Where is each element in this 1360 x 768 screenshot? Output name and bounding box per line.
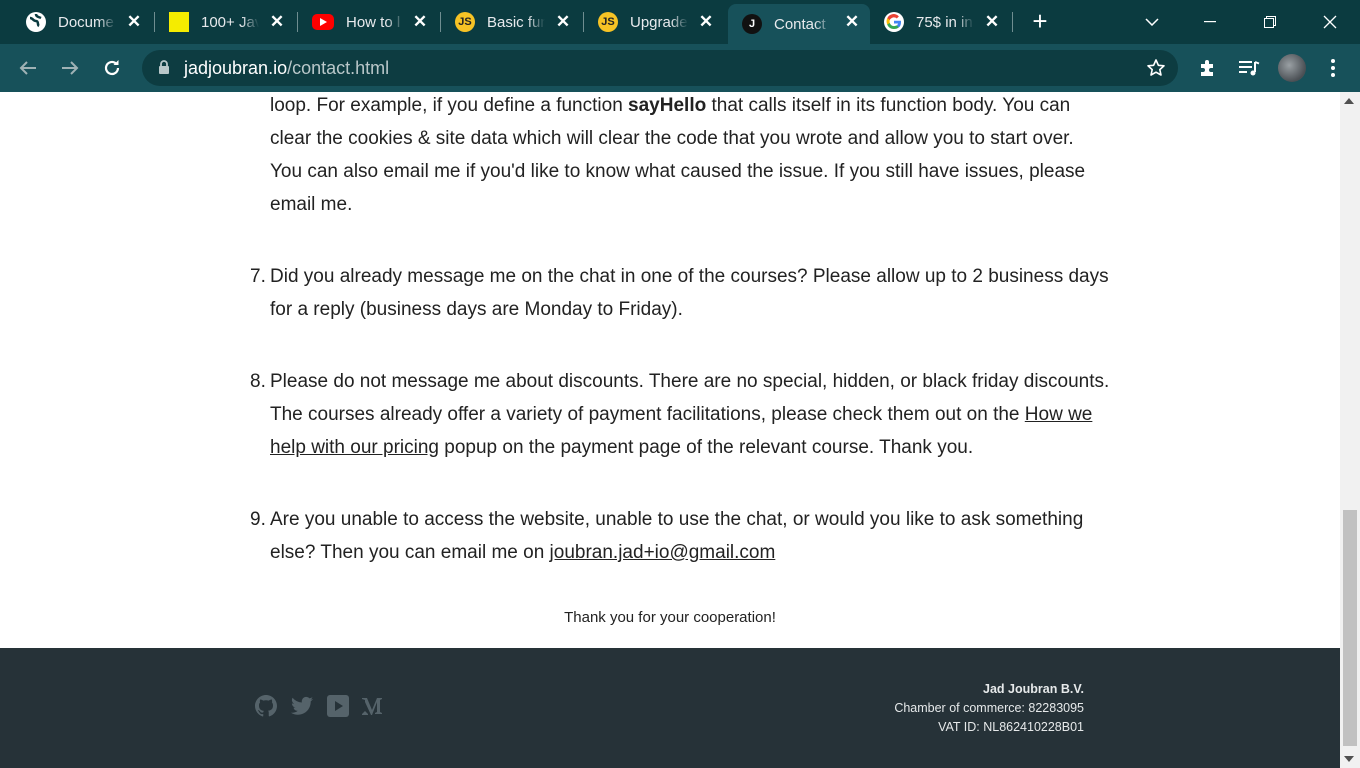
- address-bar[interactable]: jadjoubran.io/contact.html: [142, 50, 1178, 86]
- js-icon: JS: [598, 12, 618, 32]
- tab-separator: [440, 12, 441, 32]
- extensions-puzzle-icon[interactable]: [1196, 56, 1220, 80]
- close-tab-icon[interactable]: ✕: [267, 12, 287, 32]
- minimize-button[interactable]: [1190, 8, 1230, 36]
- tab-basic-functions[interactable]: JS Basic fun ✕: [445, 0, 581, 44]
- url-host: jadjoubran.io: [184, 58, 288, 78]
- company-info: Jad Joubran B.V. Chamber of commerce: 82…: [894, 680, 1084, 737]
- tab-title: Contact: [774, 15, 826, 33]
- more-menu-icon[interactable]: [1321, 56, 1345, 80]
- tab-document[interactable]: Docume ✕: [16, 0, 152, 44]
- page-scrollbar[interactable]: [1340, 92, 1360, 768]
- chamber-of-commerce: Chamber of commerce: 82283095: [894, 701, 1084, 715]
- tab-upgrade[interactable]: JS Upgrade ✕: [588, 0, 724, 44]
- function-name: sayHello: [628, 95, 707, 116]
- tab-title: 75$ in in: [916, 13, 973, 31]
- media-playlist-icon[interactable]: [1237, 56, 1261, 80]
- forward-button[interactable]: [56, 54, 84, 82]
- reload-button[interactable]: [98, 54, 126, 82]
- tab-how-to[interactable]: How to l ✕: [302, 0, 438, 44]
- thanks-message: Thank you for your cooperation!: [564, 609, 776, 626]
- lock-icon[interactable]: [158, 60, 170, 80]
- bookmark-star-icon[interactable]: [1146, 58, 1166, 83]
- tab-title: 100+ Jav: [201, 13, 259, 31]
- tab-separator: [1012, 12, 1013, 32]
- scroll-up-arrow-icon[interactable]: [1344, 98, 1354, 104]
- restore-button[interactable]: [1250, 8, 1290, 36]
- list-number: 9.: [250, 509, 266, 530]
- close-window-button[interactable]: [1310, 8, 1350, 36]
- tab-search-icon[interactable]: [1132, 8, 1172, 36]
- close-tab-icon[interactable]: ✕: [842, 12, 862, 32]
- github-icon[interactable]: [254, 694, 278, 718]
- list-text: Did you already message me on the chat i…: [270, 266, 1109, 320]
- tab-title: How to l: [346, 13, 401, 31]
- url-path: /contact.html: [287, 58, 390, 78]
- yellow-square-icon: [169, 12, 189, 32]
- close-tab-icon[interactable]: ✕: [124, 12, 144, 32]
- tab-title: Docume: [58, 13, 114, 31]
- list-text: Are you unable to access the website, un…: [270, 503, 1110, 569]
- vat-id: VAT ID: NL862410228B01: [938, 720, 1084, 734]
- page-viewport: loop. For example, if you define a funct…: [0, 92, 1340, 768]
- scrollbar-thumb[interactable]: [1343, 510, 1357, 746]
- globe-icon: [26, 12, 46, 32]
- tab-separator: [297, 12, 298, 32]
- intro-text: loop. For example, if you define a funct…: [270, 95, 629, 116]
- new-tab-button[interactable]: +: [1028, 8, 1052, 34]
- close-tab-icon[interactable]: ✕: [696, 12, 716, 32]
- close-tab-icon[interactable]: ✕: [553, 12, 573, 32]
- close-tab-icon[interactable]: ✕: [982, 12, 1002, 32]
- tab-separator: [154, 12, 155, 32]
- list-text-part: Please do not message me about discounts…: [270, 371, 1110, 425]
- email-link[interactable]: joubran.jad+io@gmail.com: [550, 542, 776, 563]
- list-text-part: popup on the payment page of the relevan…: [438, 437, 974, 458]
- twitter-icon[interactable]: [290, 694, 314, 718]
- list-number: 8.: [250, 371, 266, 392]
- list-number: 7.: [250, 266, 266, 287]
- tab-title: Basic fun: [487, 13, 545, 31]
- tab-contact[interactable]: J Contact ✕: [728, 4, 870, 44]
- tab-strip: Docume ✕ 100+ Jav ✕ How to l ✕ JS Basic …: [0, 0, 1360, 44]
- google-icon: [884, 12, 904, 32]
- back-button[interactable]: [14, 54, 42, 82]
- youtube-icon[interactable]: [326, 694, 350, 718]
- tab-google-search[interactable]: 75$ in in ✕: [874, 0, 1010, 44]
- youtube-icon: [312, 14, 334, 30]
- js-icon: JS: [455, 12, 475, 32]
- tab-100-js[interactable]: 100+ Jav ✕: [159, 0, 295, 44]
- medium-icon[interactable]: [362, 694, 386, 718]
- profile-avatar[interactable]: [1278, 54, 1306, 82]
- j-icon: J: [742, 14, 762, 34]
- url-text[interactable]: jadjoubran.io/contact.html: [184, 58, 389, 79]
- tab-title: Upgrade: [630, 13, 688, 31]
- browser-toolbar: jadjoubran.io/contact.html: [0, 44, 1360, 92]
- company-name: Jad Joubran B.V.: [983, 682, 1084, 696]
- list-text: Please do not message me about discounts…: [270, 365, 1110, 464]
- intro-paragraph: loop. For example, if you define a funct…: [270, 92, 1110, 221]
- close-tab-icon[interactable]: ✕: [410, 12, 430, 32]
- site-footer: Jad Joubran B.V. Chamber of commerce: 82…: [0, 648, 1340, 768]
- tab-separator: [583, 12, 584, 32]
- scroll-down-arrow-icon[interactable]: [1344, 756, 1354, 762]
